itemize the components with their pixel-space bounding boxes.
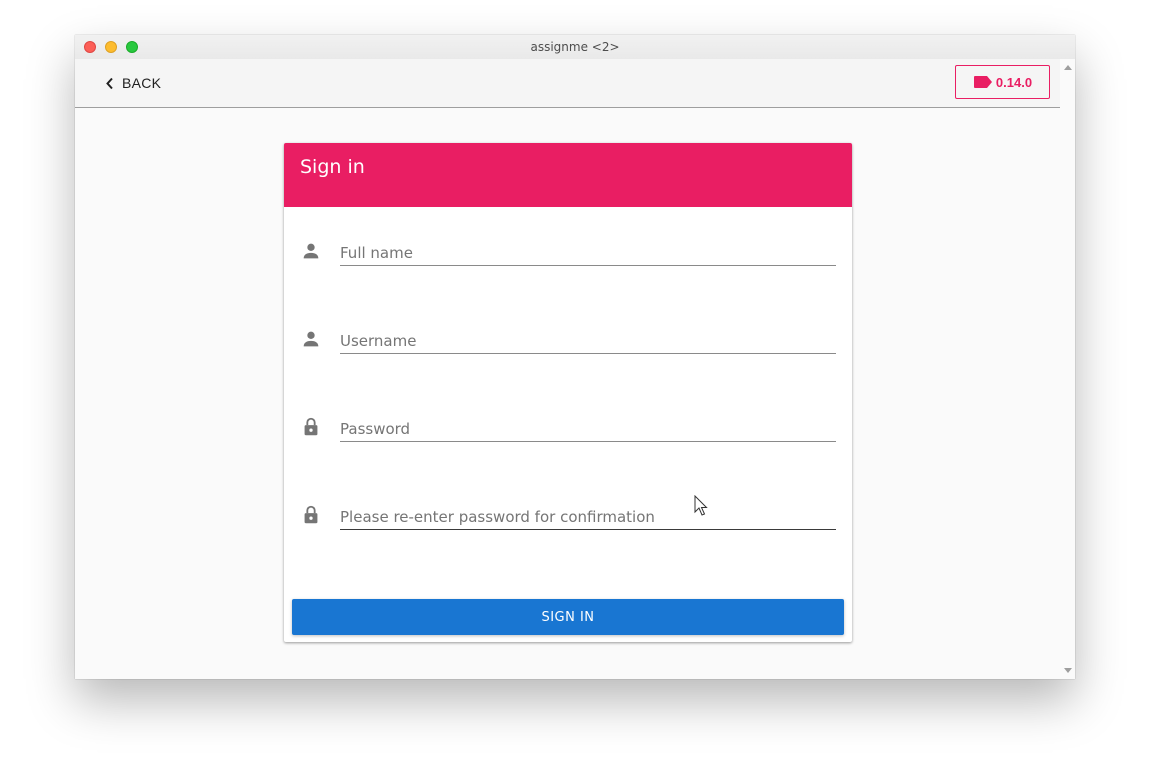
- full-name-input[interactable]: [340, 240, 836, 266]
- full-name-field: [300, 240, 836, 280]
- mouse-cursor-icon: [694, 495, 708, 516]
- confirm-password-input[interactable]: [340, 504, 836, 530]
- app-window: assignme <2> BACK 0.14.0 Sign in Full na…: [75, 35, 1075, 679]
- sign-in-card: Sign in Full name Username SIGN IN: [284, 143, 852, 642]
- username-field: [300, 328, 836, 368]
- sign-in-button[interactable]: SIGN IN: [292, 599, 844, 635]
- version-label: 0.14.0: [995, 74, 1033, 90]
- card-header: Sign in: [284, 143, 852, 207]
- chevron-left-icon: [106, 77, 113, 89]
- title-bar[interactable]: assignme <2>: [75, 35, 1075, 60]
- app-bar: BACK 0.14.0: [75, 59, 1060, 108]
- lock-icon: [304, 417, 318, 436]
- person-icon: [303, 331, 319, 347]
- back-button-label: BACK: [122, 75, 162, 91]
- tag-icon: [973, 76, 992, 88]
- lock-icon: [304, 505, 318, 524]
- version-button[interactable]: 0.14.0: [955, 65, 1050, 99]
- window-title: assignme <2>: [530, 40, 620, 54]
- scroll-down-arrow-icon[interactable]: [1064, 668, 1072, 673]
- back-button[interactable]: BACK: [105, 72, 161, 94]
- username-input[interactable]: [340, 328, 836, 354]
- scroll-up-arrow-icon[interactable]: [1064, 65, 1072, 70]
- confirm-password-field: [300, 504, 836, 544]
- scrollbar[interactable]: [1060, 59, 1075, 679]
- password-field: [300, 416, 836, 456]
- password-input[interactable]: [340, 416, 836, 442]
- person-icon: [303, 243, 319, 259]
- card-title: Sign in: [300, 156, 365, 178]
